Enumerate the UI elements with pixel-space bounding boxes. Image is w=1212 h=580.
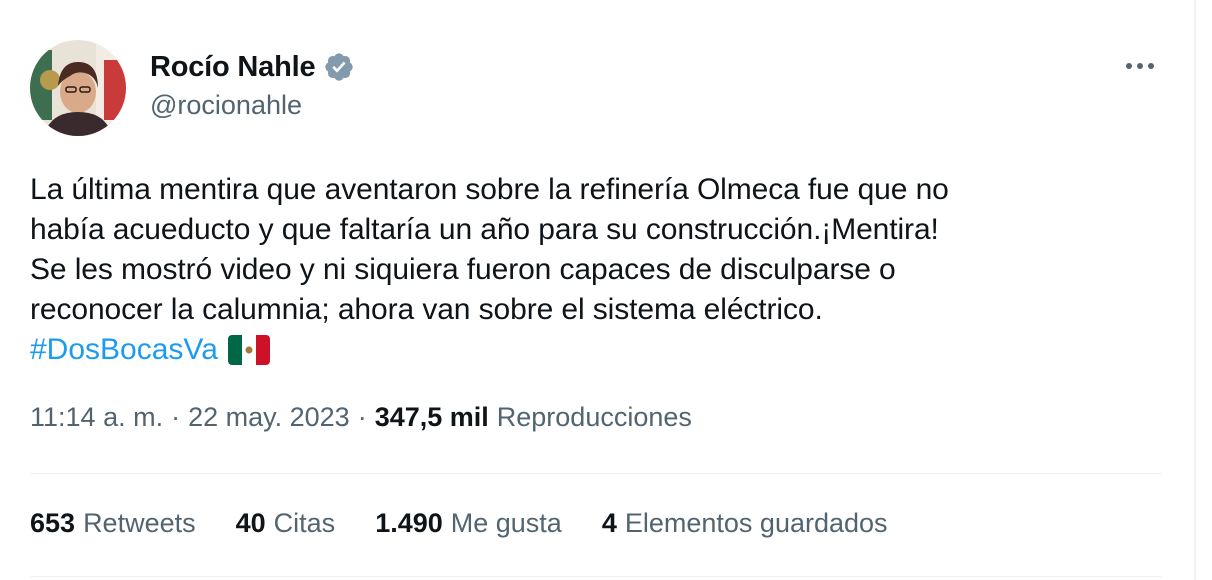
tweet-meta: 11:14 a. m. · 22 may. 2023 · 347,5 mil R…	[30, 402, 692, 442]
retweets-count: 653	[30, 508, 76, 538]
avatar-image	[30, 40, 126, 136]
avatar[interactable]	[30, 40, 126, 136]
bookmarks-count: 4	[601, 508, 617, 538]
more-options-button[interactable]	[1120, 50, 1160, 82]
tweet-hashtag-row: #DosBocasVa	[30, 330, 270, 370]
tweet-date[interactable]: 22 may. 2023	[188, 402, 350, 433]
retweets-label: Retweets	[83, 508, 196, 538]
quotes-stat[interactable]: 40 Citas	[236, 508, 336, 539]
likes-count: 1.490	[375, 508, 443, 538]
bookmarks-label: Elementos guardados	[624, 508, 888, 538]
tweet-text: La última mentira que aventaron sobre la…	[30, 173, 949, 326]
likes-stat[interactable]: 1.490 Me gusta	[375, 508, 562, 539]
bookmarks-stat[interactable]: 4 Elementos guardados	[602, 508, 888, 539]
author-display-name[interactable]: Rocío Nahle	[150, 51, 316, 84]
tweet-time[interactable]: 11:14 a. m.	[30, 402, 163, 433]
divider	[30, 576, 1162, 577]
meta-separator: ·	[171, 402, 181, 432]
divider	[30, 473, 1162, 474]
retweets-stat[interactable]: 653 Retweets	[30, 508, 196, 539]
verified-badge-icon[interactable]	[323, 51, 355, 83]
views-label: Reproducciones	[496, 402, 692, 432]
likes-label: Me gusta	[450, 508, 562, 538]
more-dots-icon	[1126, 63, 1154, 69]
tweet-stats: 653 Retweets 40 Citas 1.490 Me gusta 4 Eleme…	[30, 508, 888, 548]
author-handle[interactable]: @rocionahle	[150, 90, 302, 121]
mexico-flag-icon	[227, 335, 270, 365]
author-name-row: Rocío Nahle	[150, 50, 355, 84]
tweet-detail: Rocío Nahle @rocionahle La última mentir…	[0, 0, 1196, 580]
quotes-count: 40	[235, 508, 266, 538]
quotes-label: Citas	[273, 508, 336, 538]
hashtag-link[interactable]: #DosBocasVa	[30, 333, 218, 367]
meta-separator: ·	[357, 402, 367, 432]
views-count: 347,5 mil	[374, 402, 489, 432]
